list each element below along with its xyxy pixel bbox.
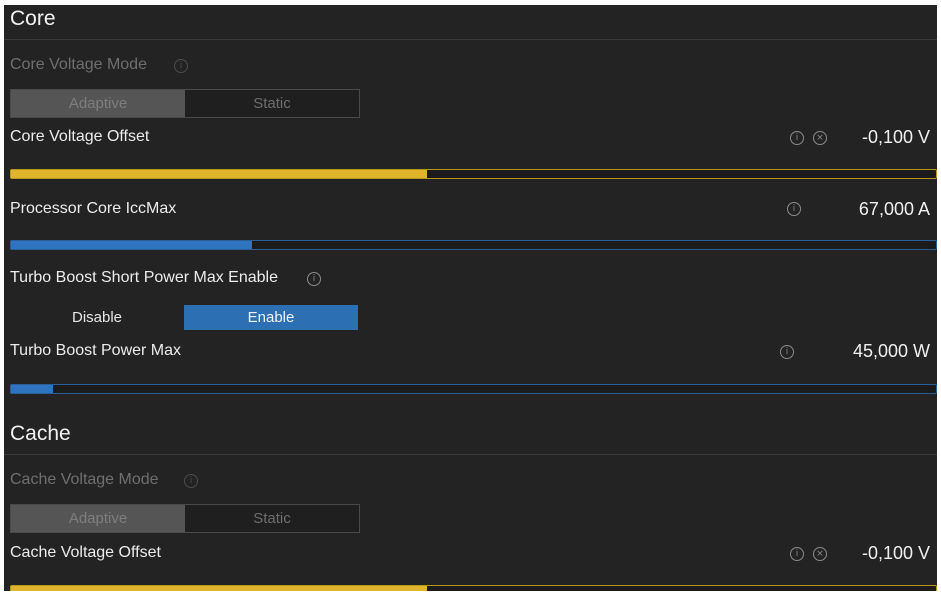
info-icon[interactable]: i xyxy=(790,131,804,145)
slider-fill xyxy=(11,241,252,249)
core-voltage-mode-adaptive[interactable]: Adaptive xyxy=(11,90,185,117)
core-section-title: Core xyxy=(10,7,56,30)
cache-voltage-mode-adaptive[interactable]: Adaptive xyxy=(11,505,185,532)
processor-core-iccmax-slider[interactable] xyxy=(10,240,937,250)
core-voltage-offset-value[interactable]: -0,100 V xyxy=(834,127,930,148)
cache-voltage-mode-static[interactable]: Static xyxy=(185,505,359,532)
core-voltage-offset-slider[interactable] xyxy=(10,169,937,179)
clear-icon[interactable]: × xyxy=(813,131,827,145)
cache-section-title: Cache xyxy=(10,422,71,445)
info-icon[interactable]: i xyxy=(787,202,801,216)
core-section-divider xyxy=(4,39,937,40)
info-icon[interactable]: i xyxy=(307,272,321,286)
turbo-boost-power-max-label: Turbo Boost Power Max xyxy=(10,342,182,359)
core-voltage-mode-static[interactable]: Static xyxy=(185,90,359,117)
slider-fill xyxy=(11,170,428,178)
processor-core-iccmax-label: Processor Core IccMax xyxy=(10,200,177,217)
turbo-short-disable-option[interactable]: Disable xyxy=(10,305,184,330)
turbo-boost-short-power-max-enable-label: Turbo Boost Short Power Max Enable xyxy=(10,269,278,286)
slider-fill xyxy=(11,385,53,393)
tuning-panel: Core Core Voltage Mode i Adaptive Static… xyxy=(4,5,937,591)
cache-section-divider xyxy=(4,454,937,455)
cache-voltage-offset-slider[interactable] xyxy=(10,585,937,591)
slider-fill xyxy=(11,586,428,591)
core-voltage-mode-toggle[interactable]: Adaptive Static xyxy=(10,89,360,118)
cache-voltage-mode-toggle[interactable]: Adaptive Static xyxy=(10,504,360,533)
core-voltage-offset-label: Core Voltage Offset xyxy=(10,128,150,145)
info-icon[interactable]: i xyxy=(780,345,794,359)
processor-core-iccmax-value[interactable]: 67,000 A xyxy=(824,199,930,220)
core-voltage-mode-label: Core Voltage Mode xyxy=(10,56,147,73)
turbo-boost-power-max-slider[interactable] xyxy=(10,384,937,394)
turbo-short-enable-option[interactable]: Enable xyxy=(184,305,358,330)
info-icon[interactable]: i xyxy=(790,547,804,561)
info-icon[interactable]: i xyxy=(184,474,198,488)
cache-voltage-offset-value[interactable]: -0,100 V xyxy=(834,543,930,564)
cache-voltage-offset-label: Cache Voltage Offset xyxy=(10,544,161,561)
info-icon[interactable]: i xyxy=(174,59,188,73)
turbo-boost-short-power-max-enable-toggle[interactable]: Disable Enable xyxy=(10,305,358,330)
clear-icon[interactable]: × xyxy=(813,547,827,561)
turbo-boost-power-max-value[interactable]: 45,000 W xyxy=(820,341,930,362)
cache-voltage-mode-label: Cache Voltage Mode xyxy=(10,471,159,488)
